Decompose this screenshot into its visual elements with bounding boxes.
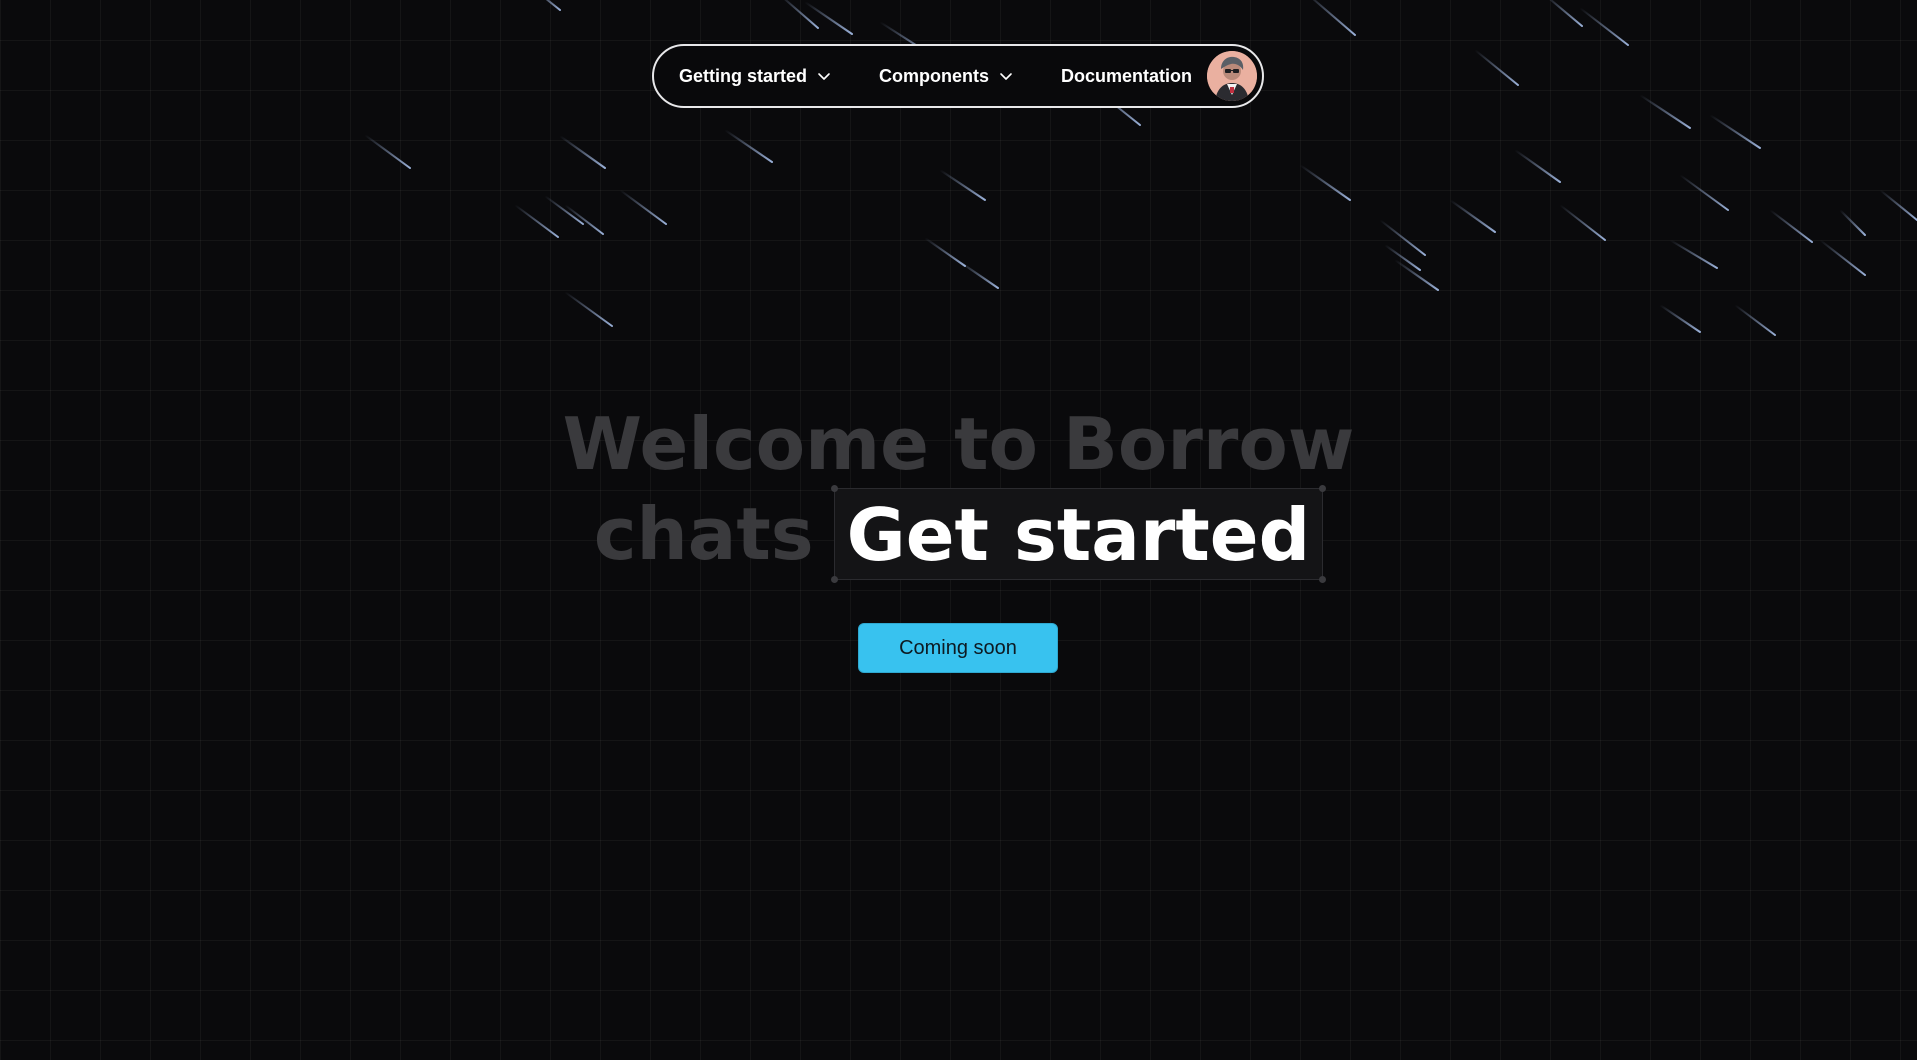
nav-documentation[interactable]: Documentation <box>1061 66 1192 87</box>
coming-soon-button[interactable]: Coming soon <box>858 623 1058 673</box>
nav-getting-started-label: Getting started <box>679 65 808 86</box>
corner-handle <box>830 485 838 492</box>
coming-soon-label: Coming soon <box>899 636 1017 659</box>
top-navbar: Getting started Components Documentation <box>652 44 1264 108</box>
hero-title-line1: Welcome to Borrow <box>562 402 1355 486</box>
hero-title-line2: chats Get started <box>0 485 1917 583</box>
nav-getting-started[interactable]: Getting started <box>679 66 831 87</box>
nav-components[interactable]: Components <box>879 66 1013 87</box>
user-avatar[interactable] <box>1207 51 1257 101</box>
hero-heading: Welcome to Borrow chats Get started <box>0 400 1917 583</box>
page: Getting started Components Documentation <box>0 0 1917 1060</box>
corner-handle <box>1319 576 1327 583</box>
hero-title-prefix: chats <box>593 492 814 576</box>
avatar-icon <box>1207 51 1257 101</box>
nav-components-label: Components <box>879 65 990 86</box>
hero-highlight-box: Get started <box>830 485 1327 583</box>
hero-highlight-text: Get started <box>846 493 1311 577</box>
nav-documentation-label: Documentation <box>1061 65 1193 86</box>
chevron-down-icon <box>1000 73 1012 80</box>
corner-handle <box>830 576 838 583</box>
chevron-down-icon <box>818 73 830 80</box>
corner-handle <box>1319 485 1327 492</box>
